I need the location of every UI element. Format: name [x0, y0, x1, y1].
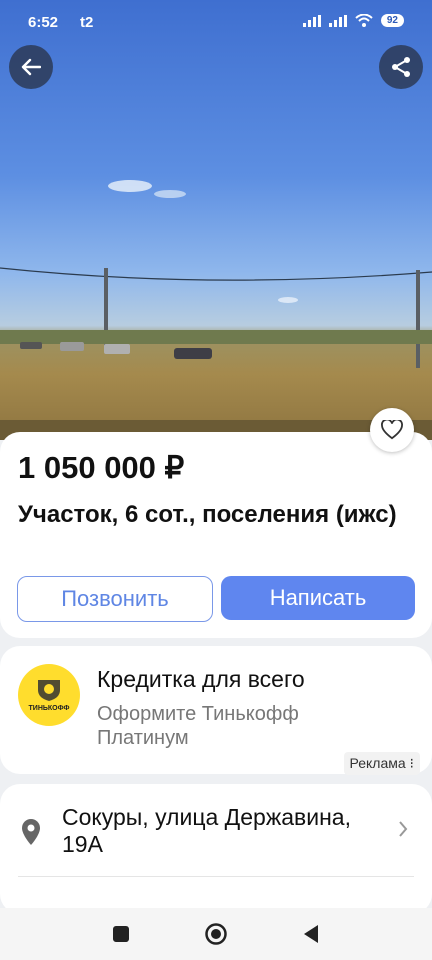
arrow-left-icon [21, 58, 41, 76]
listing-title: Участок, 6 сот., поселения (ижс) [18, 501, 397, 528]
share-icon [392, 57, 410, 77]
chevron-right-icon[interactable] [398, 820, 408, 838]
write-button[interactable]: Написать [221, 576, 415, 620]
back-nav-icon[interactable] [302, 924, 320, 944]
heart-icon [381, 420, 403, 440]
recents-icon[interactable] [112, 925, 130, 943]
share-button[interactable] [379, 45, 423, 89]
ad-label[interactable]: Реклама ⁝ [343, 752, 420, 775]
signal-icon-2 [328, 14, 347, 27]
ad-subtitle: Оформите Тинькофф Платинум [97, 703, 299, 749]
call-button[interactable]: Позвонить [17, 576, 213, 622]
status-bar: 6:52 t2 92 [0, 0, 432, 40]
back-button[interactable] [9, 45, 53, 89]
wifi-icon [355, 14, 373, 27]
listing-price: 1 050 000 ₽ [18, 450, 185, 485]
ad-title: Кредитка для всего [97, 666, 305, 692]
divider [18, 876, 414, 877]
favorite-button[interactable] [370, 408, 414, 452]
status-icons: 92 [302, 14, 404, 27]
system-nav-bar [0, 908, 432, 960]
status-time: 6:52 [28, 14, 59, 31]
shield-icon [38, 680, 60, 701]
tinkoff-logo: ТИНЬКОФФ [18, 664, 80, 726]
home-icon[interactable] [204, 922, 228, 946]
tinkoff-logo-text: ТИНЬКОФФ [28, 705, 70, 712]
address-text[interactable]: Сокуры, улица Державина, 19А [62, 804, 362, 858]
status-carrier: t2 [80, 14, 94, 31]
listing-photo[interactable]: 6:52 t2 92 [0, 0, 432, 440]
battery-indicator: 92 [380, 14, 404, 27]
signal-icon [302, 14, 321, 27]
location-pin-icon [22, 819, 40, 845]
